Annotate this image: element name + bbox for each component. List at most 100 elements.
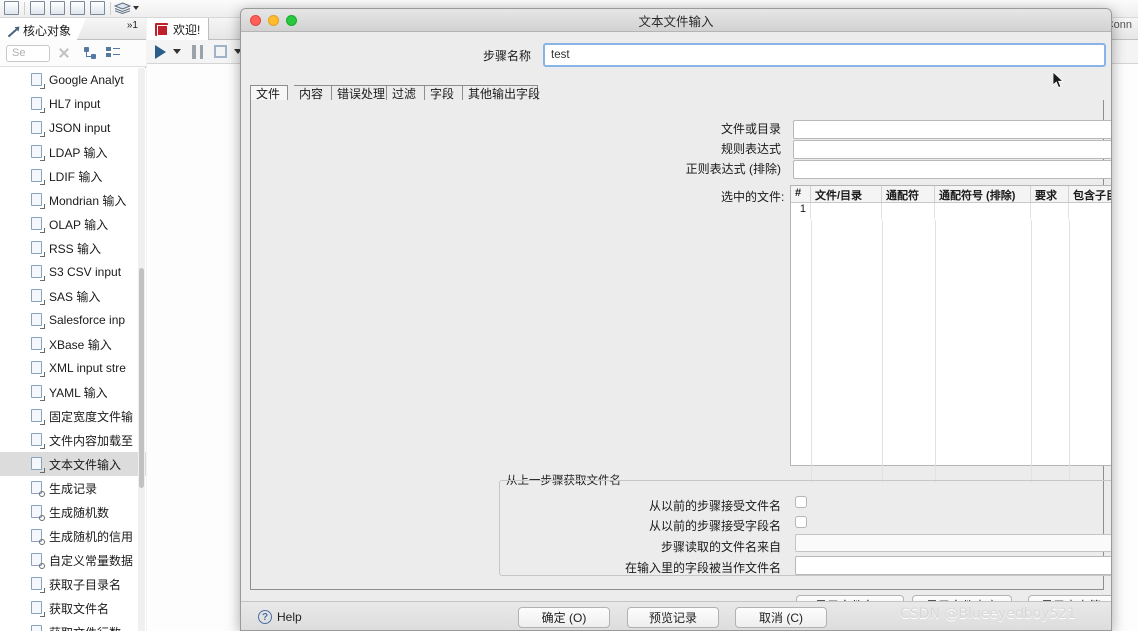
- field-as-filename-input[interactable]: [795, 556, 1112, 575]
- expand-all-icon[interactable]: [106, 47, 120, 59]
- list-item[interactable]: 获取子目录名: [0, 572, 146, 596]
- grid-line: [811, 220, 812, 483]
- list-item[interactable]: LDIF 输入: [0, 164, 146, 188]
- explorer-icon[interactable]: [50, 1, 65, 15]
- col-index: #: [791, 186, 811, 202]
- pencil-icon: [6, 24, 19, 37]
- run-options-caret-icon[interactable]: [173, 49, 181, 54]
- layers-caret-icon[interactable]: [133, 6, 139, 10]
- list-item[interactable]: YAML 输入: [0, 380, 146, 404]
- cancel-button[interactable]: 取消 (C): [735, 607, 827, 628]
- regular-expression-input[interactable]: [793, 140, 1112, 159]
- selected-files-label: 选中的文件:: [721, 188, 784, 205]
- table-body[interactable]: 1: [791, 203, 1112, 219]
- tab-content[interactable]: 内容: [294, 85, 332, 101]
- list-item-label: 获取文件名: [49, 600, 109, 617]
- step-read-from-combo[interactable]: [795, 534, 1112, 552]
- search-input[interactable]: Se: [6, 45, 50, 62]
- scrollbar-thumb[interactable]: [139, 268, 144, 488]
- tab-filters[interactable]: 过滤: [387, 85, 425, 101]
- steps-panel-tabs: 核心对象 »1: [0, 18, 146, 40]
- list-item[interactable]: Salesforce inp: [0, 308, 146, 332]
- list-item[interactable]: 获取文件行数: [0, 620, 146, 631]
- list-item[interactable]: 文本文件输入: [0, 452, 146, 476]
- list-item-label: 自定义常量数据: [49, 552, 133, 569]
- help-link[interactable]: ? Help: [258, 610, 302, 624]
- step-icon: [30, 241, 44, 256]
- layers-glyph: [114, 2, 131, 14]
- stop-icon[interactable]: [214, 45, 227, 58]
- toolbar-separator: [24, 2, 25, 15]
- step-icon: [30, 481, 44, 496]
- list-item[interactable]: 生成随机数: [0, 500, 146, 524]
- list-item-label: 固定宽度文件输: [49, 408, 133, 425]
- list-item[interactable]: XBase 输入: [0, 332, 146, 356]
- preview-records-button[interactable]: 预览记录: [627, 607, 719, 628]
- close-button[interactable]: [250, 15, 261, 26]
- cell-required[interactable]: [1031, 203, 1069, 219]
- save-icon[interactable]: [70, 1, 85, 15]
- tab-fields[interactable]: 字段: [425, 85, 463, 101]
- window-controls: [250, 15, 297, 26]
- list-item[interactable]: 获取文件名: [0, 596, 146, 620]
- step-name-input[interactable]: test: [543, 43, 1106, 67]
- accept-fieldnames-checkbox[interactable]: [795, 516, 807, 528]
- tab-welcome[interactable]: 欢迎!: [147, 18, 209, 40]
- list-item[interactable]: S3 CSV input: [0, 260, 146, 284]
- file-or-directory-input[interactable]: [793, 120, 1112, 139]
- table-header-row: # 文件/目录 通配符 通配符号 (排除) 要求 包含子目录: [791, 186, 1112, 203]
- list-item-label: LDIF 输入: [49, 168, 102, 185]
- step-icon: [30, 529, 44, 544]
- list-item[interactable]: HL7 input: [0, 92, 146, 116]
- list-item[interactable]: 生成记录: [0, 476, 146, 500]
- cell-wildcard-exclude[interactable]: [935, 203, 1031, 219]
- clear-search-icon[interactable]: [58, 47, 70, 59]
- file-or-directory-row: 文件或目录: [241, 118, 781, 138]
- ok-button[interactable]: 确定 (O): [518, 607, 610, 628]
- list-item[interactable]: 固定宽度文件输: [0, 404, 146, 428]
- cell-file-directory[interactable]: [811, 203, 882, 219]
- steps-list[interactable]: Google Analyt HL7 input JSON inputLDAP 输入 L…: [0, 68, 146, 631]
- list-item[interactable]: 自定义常量数据: [0, 548, 146, 572]
- list-item[interactable]: Mondrian 输入: [0, 188, 146, 212]
- list-item[interactable]: RSS 输入: [0, 236, 146, 260]
- list-item-label: 生成随机数: [49, 504, 109, 521]
- tab-files[interactable]: 文件: [250, 85, 288, 101]
- field-as-filename-label: 在输入里的字段被当作文件名: [625, 559, 781, 576]
- new-file-icon[interactable]: [4, 1, 19, 15]
- run-icon[interactable]: [155, 45, 166, 59]
- save-as-icon[interactable]: [90, 1, 105, 15]
- tab-error-handling[interactable]: 错误处理: [332, 85, 387, 101]
- list-item[interactable]: Google Analyt: [0, 68, 146, 92]
- exclude-regex-row: 正则表达式 (排除): [241, 158, 781, 178]
- list-item[interactable]: 文件内容加载至: [0, 428, 146, 452]
- cell-wildcard[interactable]: [882, 203, 935, 219]
- collapse-all-icon[interactable]: [84, 47, 98, 59]
- list-item[interactable]: SAS 输入: [0, 284, 146, 308]
- list-item[interactable]: OLAP 输入: [0, 212, 146, 236]
- steps-list-scrollbar[interactable]: [138, 68, 145, 631]
- maximize-button[interactable]: [286, 15, 297, 26]
- exclude-regex-input[interactable]: [793, 160, 1112, 179]
- tab-core-objects[interactable]: 核心对象: [0, 18, 78, 40]
- list-item[interactable]: 生成随机的信用: [0, 524, 146, 548]
- layers-icon[interactable]: [114, 2, 131, 14]
- list-item[interactable]: JSON input: [0, 116, 146, 140]
- open-file-icon[interactable]: [30, 1, 45, 15]
- list-item-label: HL7 input: [49, 97, 100, 111]
- selected-files-table[interactable]: # 文件/目录 通配符 通配符号 (排除) 要求 包含子目录 1: [790, 185, 1112, 466]
- pause-icon[interactable]: [192, 45, 203, 59]
- accept-fieldnames-label: 从以前的步骤接受字段名: [649, 517, 781, 534]
- tab-overflow-indicator[interactable]: »1: [127, 20, 138, 31]
- table-row[interactable]: 1: [791, 203, 1112, 219]
- step-read-from-row: 步骤读取的文件名来自: [241, 536, 781, 556]
- minimize-button[interactable]: [268, 15, 279, 26]
- accept-filenames-checkbox[interactable]: [795, 496, 807, 508]
- steps-panel: 核心对象 »1 Se Go: [0, 18, 146, 631]
- cell-include-subfolders[interactable]: [1069, 203, 1112, 219]
- tab-additional-output-fields[interactable]: 其他输出字段: [463, 85, 538, 101]
- list-item-label: 获取文件行数: [49, 624, 121, 631]
- step-icon: [30, 577, 44, 592]
- list-item[interactable]: LDAP 输入: [0, 140, 146, 164]
- list-item[interactable]: XML input stre: [0, 356, 146, 380]
